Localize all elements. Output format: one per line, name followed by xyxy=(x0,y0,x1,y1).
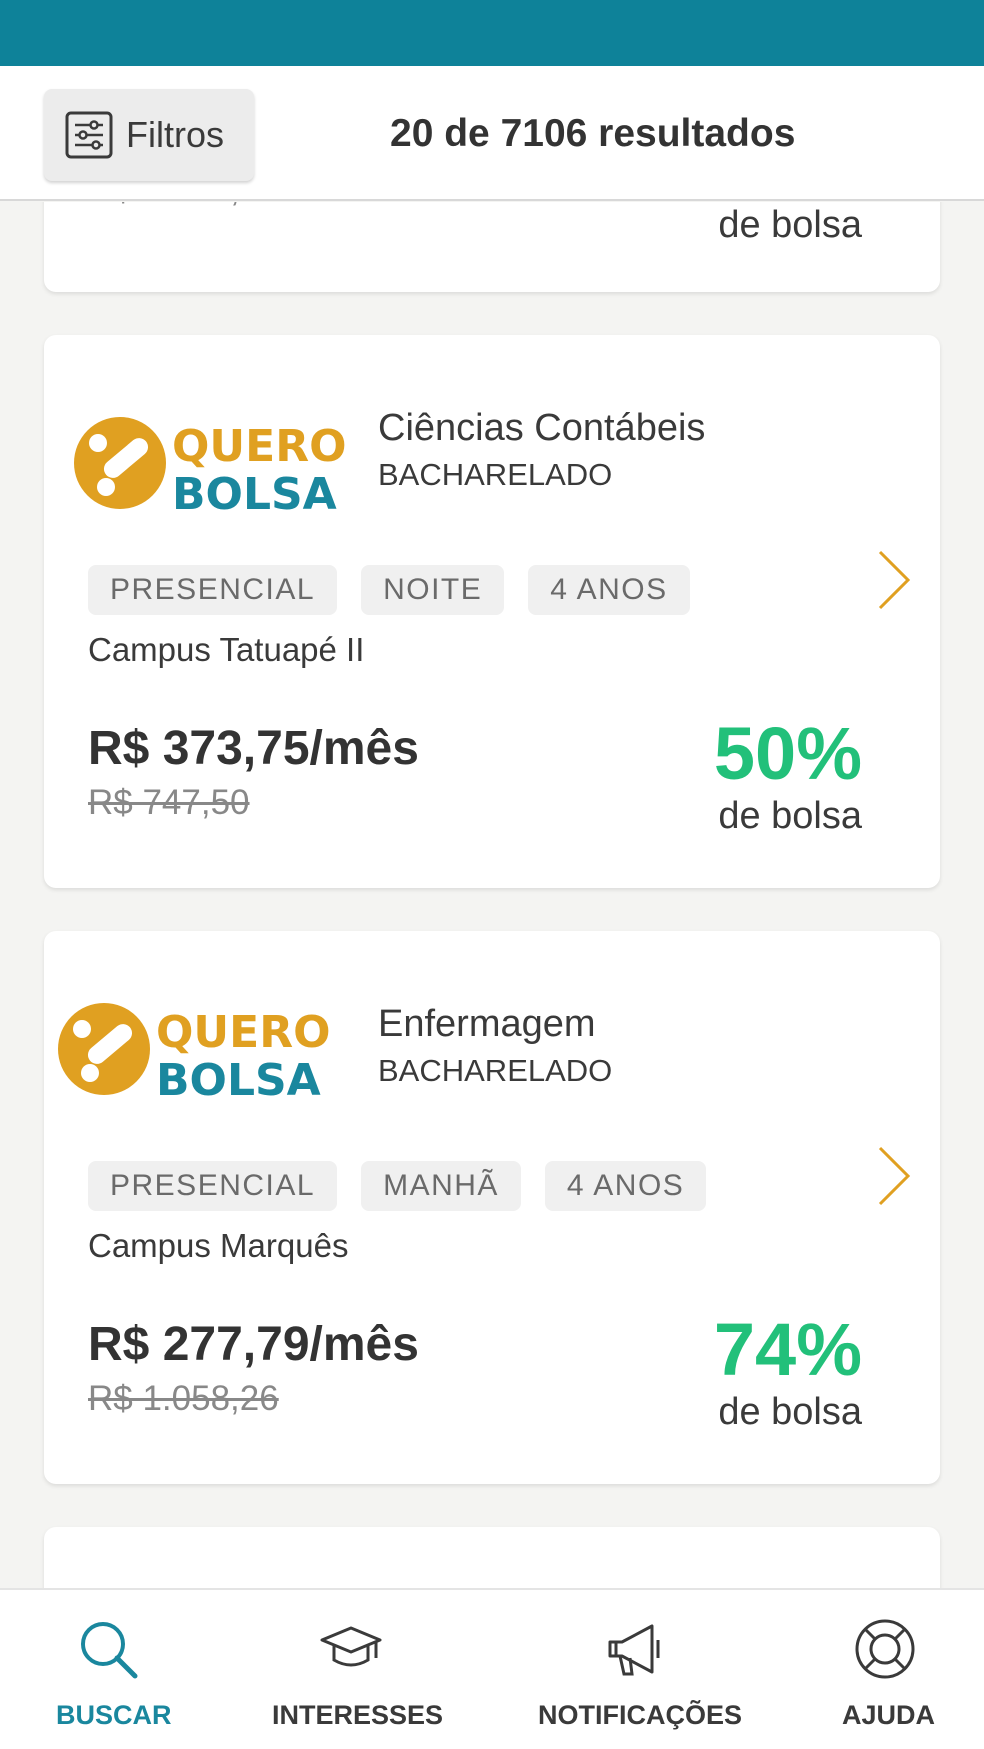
course-degree: BACHARELADO xyxy=(378,457,613,492)
discount-percent: 50% xyxy=(713,712,862,795)
filters-label: Filtros xyxy=(126,114,224,155)
graduation-cap-icon xyxy=(320,1626,382,1667)
results-list[interactable]: R$ 1.288,34 de bolsa QUERO BOLSA Ciência… xyxy=(0,202,984,1588)
monthly-price: R$ 277,79/mês xyxy=(88,1318,419,1371)
nav-item-notificacoes[interactable]: NOTIFICAÇÕES xyxy=(486,1590,786,1749)
quero-bolsa-logo: QUERO BOLSA xyxy=(58,1003,330,1106)
nav-item-interesses[interactable]: INTERESSES xyxy=(216,1590,486,1749)
campus-name: Campus Tatuapé II xyxy=(88,631,365,668)
sliders-icon xyxy=(65,111,113,159)
discount-label: de bolsa xyxy=(718,1391,862,1433)
old-price: R$ 1.288,34 xyxy=(88,202,279,210)
discount-label: de bolsa xyxy=(718,204,862,246)
nav-label: INTERESSES xyxy=(272,1700,444,1730)
megaphone-icon xyxy=(608,1624,660,1676)
tag-modality: PRESENCIAL xyxy=(88,1161,338,1211)
tag-shift: NOITE xyxy=(361,565,505,615)
tag-modality: PRESENCIAL xyxy=(88,565,338,615)
course-card[interactable] xyxy=(44,1527,940,1588)
course-title: Enfermagem xyxy=(378,1003,596,1045)
filters-button[interactable]: Filtros xyxy=(44,89,254,181)
tag-duration: 4 ANOS xyxy=(528,565,690,615)
brand-line2: BOLSA xyxy=(172,469,337,520)
chevron-right-icon[interactable] xyxy=(876,1144,912,1208)
campus-name: Campus Marquês xyxy=(88,1227,349,1264)
brand-line1: QUERO xyxy=(156,1007,330,1058)
course-title: Ciências Contábeis xyxy=(378,407,706,449)
status-bar xyxy=(0,0,984,66)
nav-label: BUSCAR xyxy=(56,1700,172,1730)
top-bar: Filtros 20 de 7106 resultados xyxy=(0,66,984,201)
tag-duration: 4 ANOS xyxy=(544,1161,707,1211)
quero-bolsa-logo: QUERO BOLSA xyxy=(74,417,346,520)
brand-line2: BOLSA xyxy=(156,1055,321,1106)
nav-item-ajuda[interactable]: AJUDA xyxy=(786,1590,984,1749)
monthly-price: R$ 373,75/mês xyxy=(88,722,419,775)
search-icon xyxy=(81,1622,138,1679)
tag-shift: MANHÃ xyxy=(361,1161,521,1211)
chevron-right-icon[interactable] xyxy=(876,548,912,612)
course-tags: PRESENCIAL NOITE 4 ANOS xyxy=(88,565,690,615)
nav-label: AJUDA xyxy=(842,1700,936,1730)
course-card[interactable]: QUERO BOLSA Ciências Contábeis BACHARELA… xyxy=(44,335,940,888)
course-card[interactable]: R$ 1.288,34 de bolsa xyxy=(44,202,940,292)
lifebuoy-icon xyxy=(855,1619,915,1679)
old-price: R$ 747,50 xyxy=(88,783,250,822)
discount-percent: 74% xyxy=(713,1308,862,1391)
course-degree: BACHARELADO xyxy=(378,1053,613,1088)
results-count: 20 de 7106 resultados xyxy=(390,112,796,155)
brand-line1: QUERO xyxy=(172,421,346,472)
old-price: R$ 1.058,26 xyxy=(88,1379,279,1418)
course-tags: PRESENCIAL MANHÃ 4 ANOS xyxy=(88,1161,707,1211)
bottom-nav: BUSCAR INTERESSES NOTIFICAÇÕES AJUDA xyxy=(0,1588,984,1749)
nav-item-buscar[interactable]: BUSCAR xyxy=(0,1590,216,1749)
nav-label: NOTIFICAÇÕES xyxy=(538,1700,743,1730)
discount-label: de bolsa xyxy=(718,795,862,837)
course-card[interactable]: QUERO BOLSA Enfermagem BACHARELADO PRESE… xyxy=(44,931,940,1484)
